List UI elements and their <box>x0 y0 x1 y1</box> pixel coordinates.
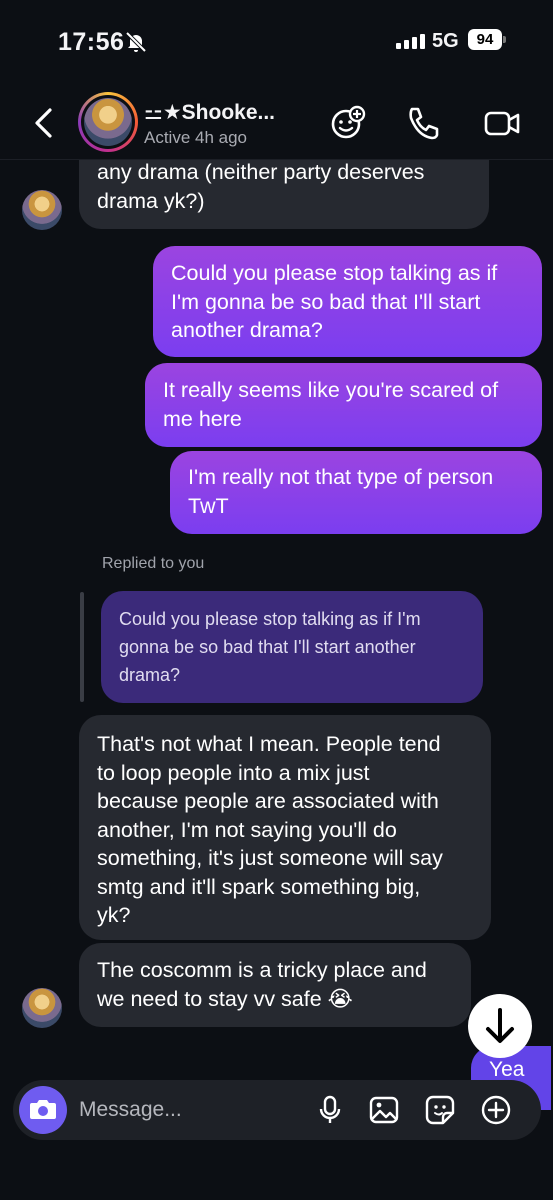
plus-icon[interactable] <box>480 1094 512 1126</box>
message-composer <box>13 1080 541 1140</box>
arrow-down-icon <box>486 1008 514 1043</box>
message-input[interactable] <box>79 1094 299 1126</box>
phone-icon[interactable] <box>404 104 442 142</box>
incoming-message[interactable]: The coscomm is a tricky place and we nee… <box>79 943 471 1027</box>
scroll-to-bottom-button[interactable] <box>468 994 532 1058</box>
camera-button[interactable] <box>19 1086 67 1134</box>
battery-level: 94 <box>468 29 502 50</box>
microphone-icon[interactable] <box>314 1094 346 1126</box>
sticker-icon[interactable] <box>424 1094 456 1126</box>
chat-header: ⚍★Shooke... Active 4h ago <box>0 84 553 160</box>
outgoing-message[interactable]: Could you please stop talking as if I'm … <box>153 246 542 357</box>
sender-avatar[interactable] <box>22 190 62 230</box>
contact-name[interactable]: ⚍★Shooke... <box>144 100 275 125</box>
battery-icon: 94 <box>468 29 506 50</box>
sender-avatar[interactable] <box>22 988 62 1028</box>
chevron-left-icon[interactable] <box>30 106 58 140</box>
reply-indicator-bar <box>80 592 84 702</box>
bell-slash-icon <box>125 31 147 53</box>
contact-avatar[interactable] <box>78 92 138 152</box>
camera-icon <box>30 1100 56 1119</box>
status-time: 17:56 <box>58 28 125 56</box>
network-type: 5G <box>432 30 459 52</box>
cellular-signal-icon <box>396 33 425 49</box>
image-icon[interactable] <box>368 1094 400 1126</box>
outgoing-message[interactable]: I'm really not that type of person TwT <box>170 451 542 534</box>
reply-label: Replied to you <box>102 555 205 572</box>
status-bar: 17:56 5G 94 <box>0 0 553 84</box>
contact-status: Active 4h ago <box>144 128 248 147</box>
incoming-message[interactable]: That's not what I mean. People tend to l… <box>79 715 491 940</box>
video-camera-icon[interactable] <box>483 104 521 142</box>
quoted-reply[interactable]: Could you please stop talking as if I'm … <box>101 591 483 703</box>
effects-icon[interactable] <box>329 104 367 142</box>
outgoing-message[interactable]: It really seems like you're scared of me… <box>145 363 542 447</box>
